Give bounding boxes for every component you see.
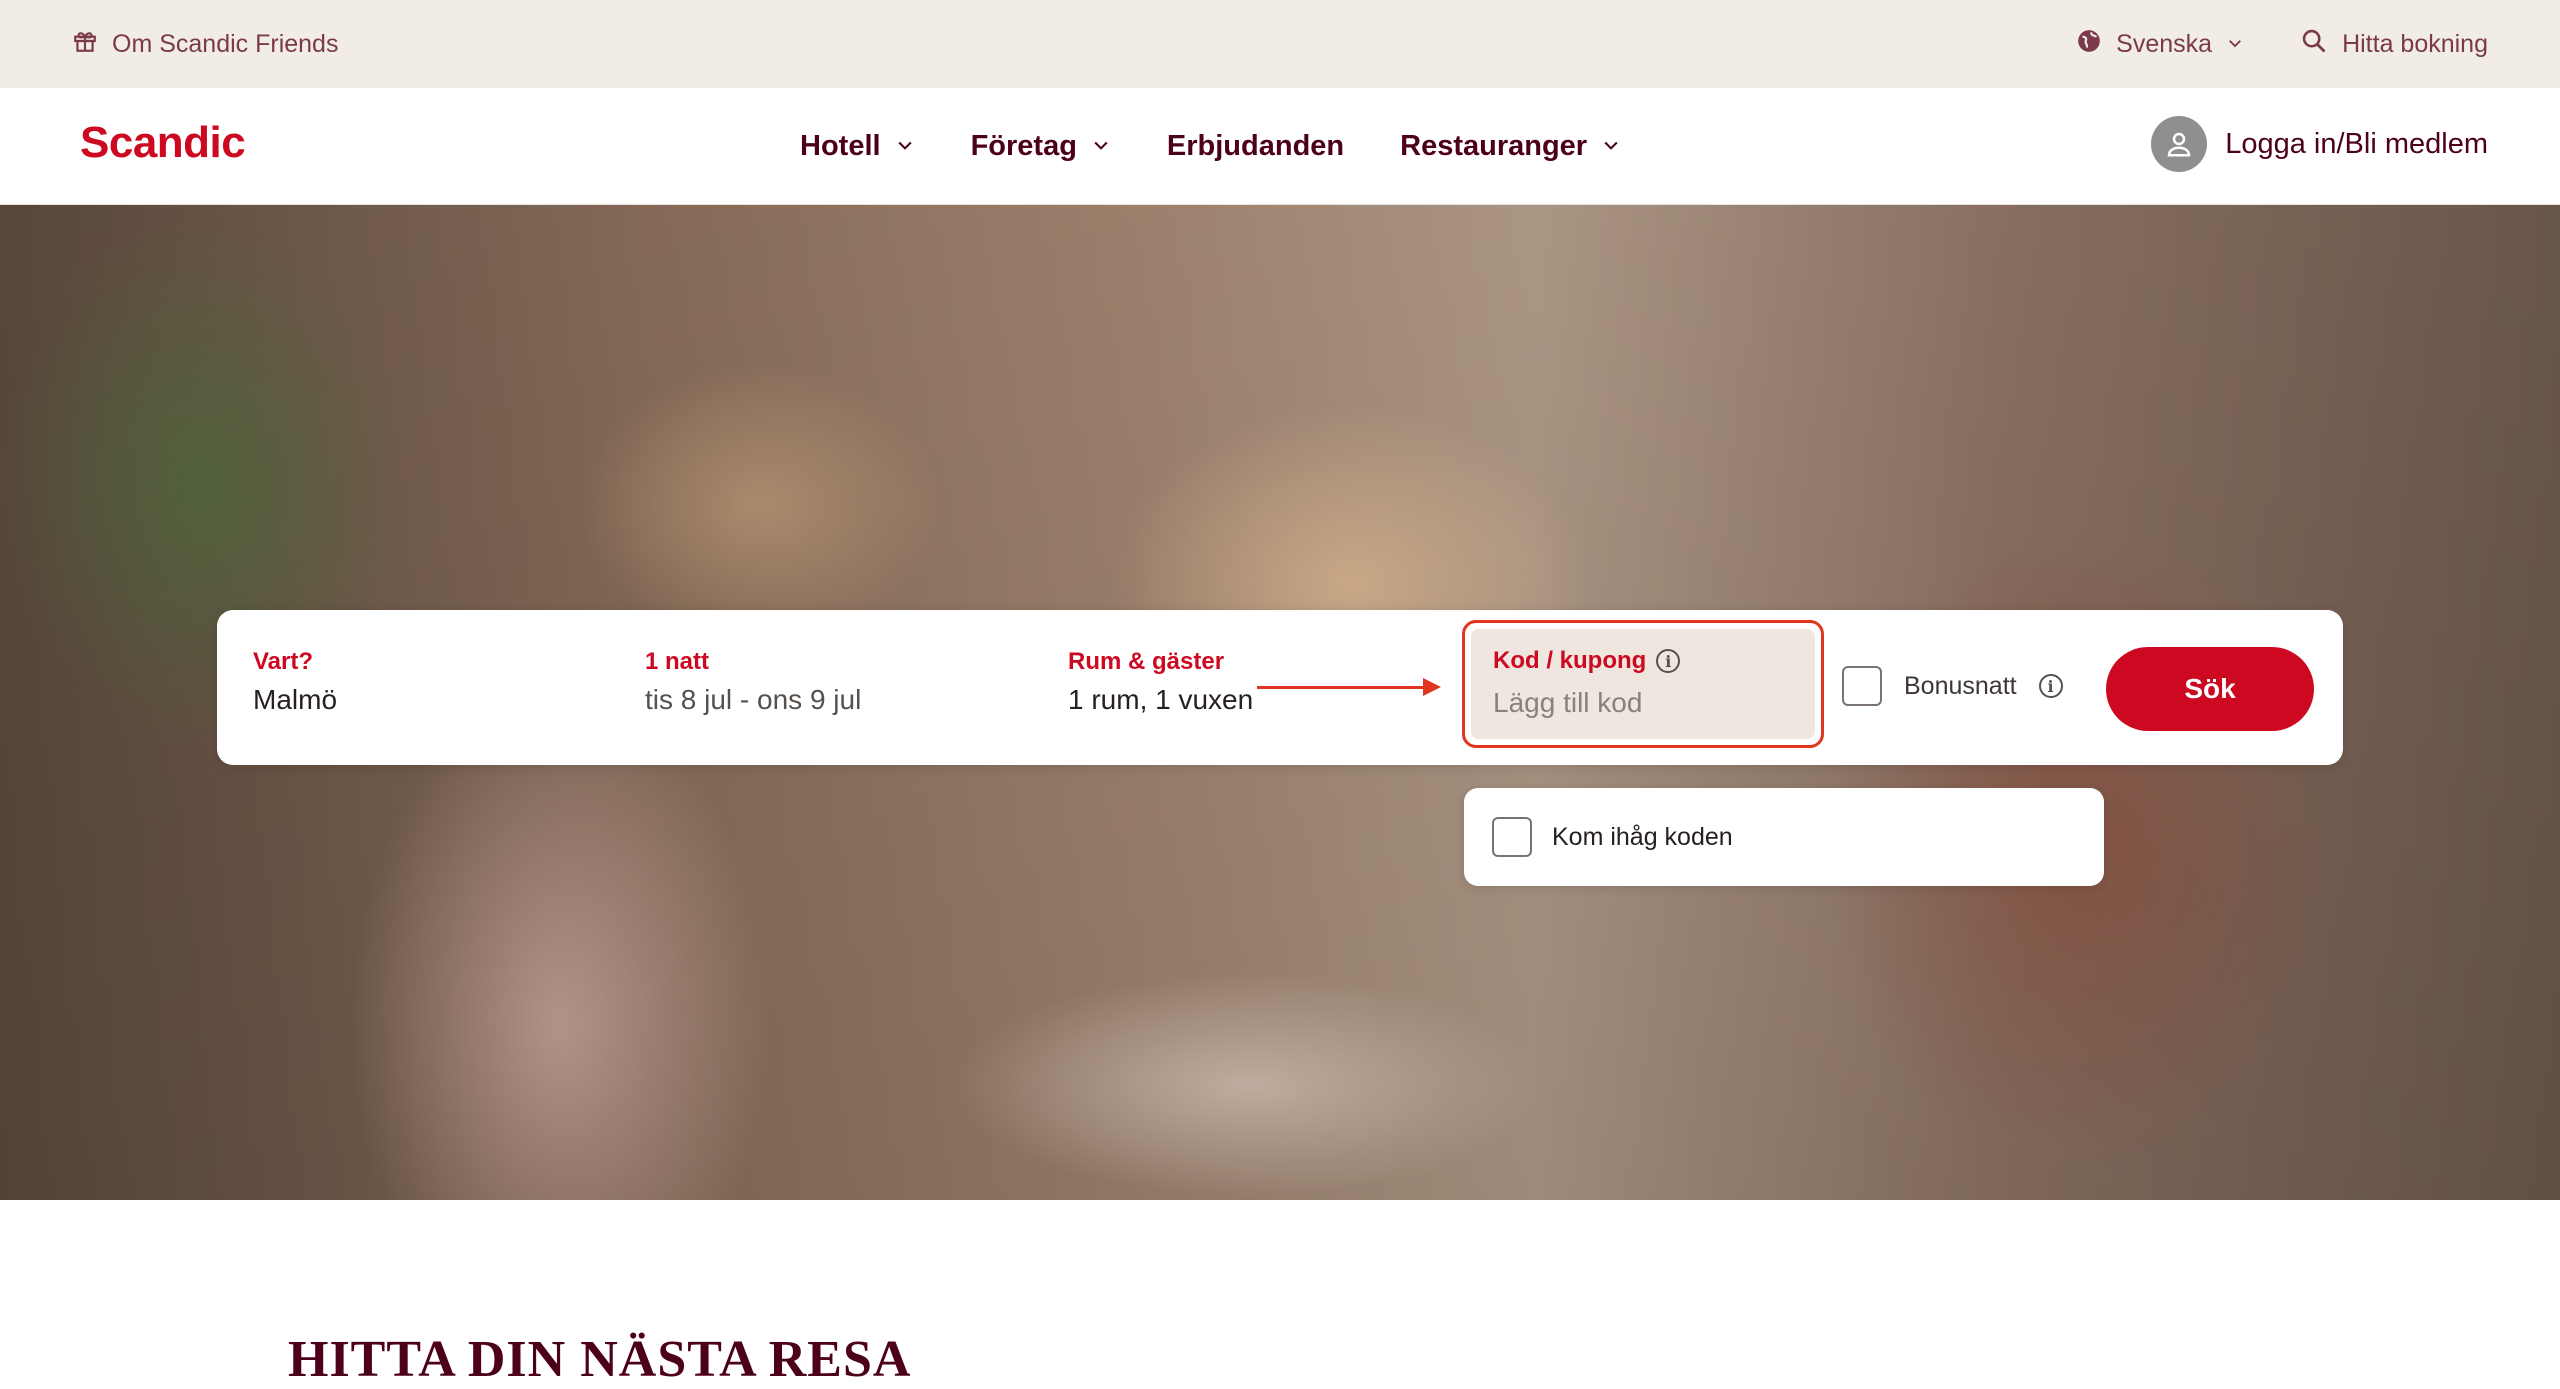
code-input[interactable]: Kod / kupong i Lägg till kod	[1471, 629, 1815, 739]
code-label: Kod / kupong	[1493, 647, 1647, 674]
rooms-guests-value: 1 rum, 1 vuxen	[1068, 684, 1254, 715]
bonus-night-option: Bonusnatt i	[1842, 666, 2063, 706]
scandic-friends-link[interactable]: Om Scandic Friends	[72, 28, 338, 61]
remember-code-panel: Kom ihåg koden	[1464, 788, 2104, 886]
code-placeholder: Lägg till kod	[1493, 687, 1643, 718]
language-selector[interactable]: Svenska	[2076, 28, 2244, 61]
nav-item-label: Erbjudanden	[1166, 129, 1345, 162]
search-icon	[2300, 27, 2328, 62]
nav-item-label: Restauranger	[1400, 129, 1588, 162]
code-field-highlight: Kod / kupong i Lägg till kod	[1462, 620, 1824, 748]
utility-bar: Om Scandic Friends Svenska Hitta bokning	[0, 0, 2560, 88]
chevron-down-icon	[1091, 130, 1111, 163]
info-icon[interactable]: i	[2038, 674, 2063, 698]
globe-icon	[2076, 28, 2102, 61]
nav-item-erbjudanden[interactable]: Erbjudanden	[1167, 130, 1344, 163]
nav-item-hotell[interactable]: Hotell	[800, 130, 915, 163]
remember-code-label: Kom ihåg koden	[1552, 822, 1733, 851]
remember-code-checkbox[interactable]	[1492, 817, 1532, 857]
chevron-down-icon	[1601, 130, 1621, 163]
language-label: Svenska	[2116, 29, 2213, 58]
nav-item-label: Hotell	[800, 129, 881, 162]
main-navigation: Scandic Hotell Företag Erbjudanden Resta…	[0, 88, 2560, 205]
user-avatar-icon	[2151, 116, 2208, 172]
destination-value: Malmö	[253, 684, 338, 715]
nav-item-label: Företag	[970, 129, 1077, 162]
dates-field[interactable]: 1 natt tis 8 jul - ons 9 jul	[645, 648, 861, 716]
login-button[interactable]: Logga in/Bli medlem	[2151, 116, 2488, 172]
scandic-logo[interactable]: Scandic	[80, 118, 246, 168]
nav-item-restauranger[interactable]: Restauranger	[1400, 130, 1621, 163]
find-booking-link[interactable]: Hitta bokning	[2300, 27, 2488, 62]
destination-label: Vart?	[253, 648, 314, 675]
destination-field[interactable]: Vart? Malmö	[253, 648, 337, 716]
rooms-guests-label: Rum & gäster	[1068, 648, 1225, 675]
scandic-friends-label: Om Scandic Friends	[112, 29, 339, 58]
find-booking-label: Hitta bokning	[2342, 29, 2488, 58]
chevron-down-icon	[895, 130, 915, 163]
section-title: HITTA DIN NÄSTA RESA	[288, 1331, 912, 1388]
dates-value: tis 8 jul - ons 9 jul	[645, 684, 862, 715]
dates-label: 1 natt	[645, 648, 710, 675]
info-icon[interactable]: i	[1656, 649, 1681, 673]
nav-item-foretag[interactable]: Företag	[971, 130, 1111, 163]
annotation-arrow	[1257, 678, 1441, 696]
login-label: Logga in/Bli medlem	[2225, 127, 2488, 160]
bonus-night-label: Bonusnatt	[1904, 671, 2017, 700]
search-button[interactable]: Sök	[2106, 647, 2314, 731]
gift-icon	[72, 28, 98, 61]
chevron-down-icon	[2226, 30, 2244, 59]
bonus-night-checkbox[interactable]	[1842, 666, 1882, 706]
rooms-guests-field[interactable]: Rum & gäster 1 rum, 1 vuxen	[1068, 648, 1253, 716]
